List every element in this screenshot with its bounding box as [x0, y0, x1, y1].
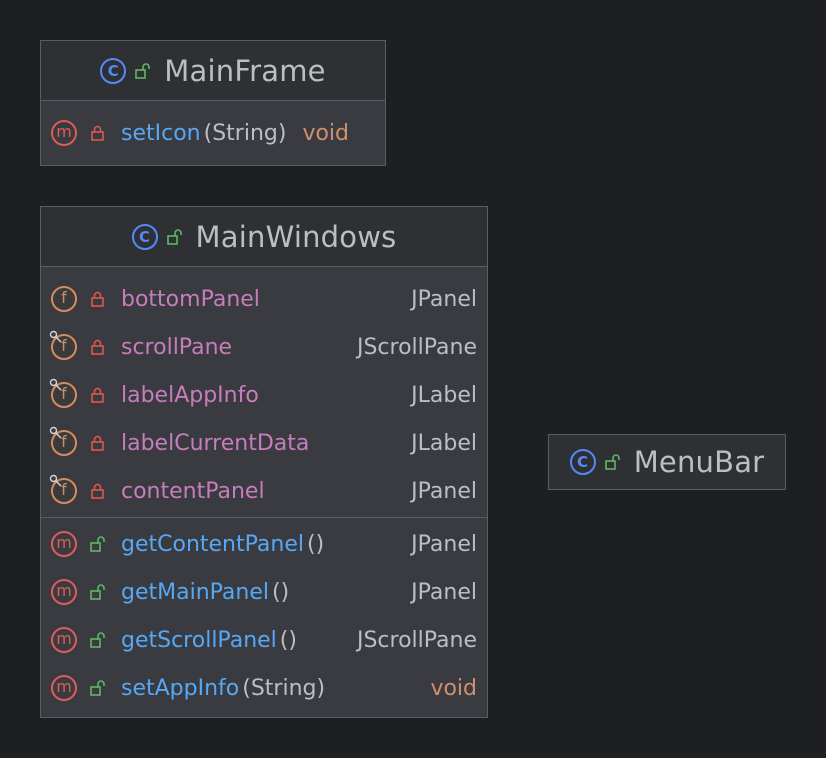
- lock-open-icon: [134, 62, 152, 80]
- method-name: getMainPanel: [121, 579, 269, 605]
- method-name: setIcon: [121, 120, 201, 146]
- lock-open-icon: [604, 453, 622, 471]
- lock-closed-icon: [89, 290, 107, 308]
- method-params: (): [272, 579, 290, 605]
- pin-icon: [49, 426, 62, 439]
- method-row-getmainpanel[interactable]: m getMainPanel () JPanel: [41, 568, 487, 616]
- lock-open-icon: [89, 535, 107, 553]
- field-row-labelappinfo[interactable]: f labelAppInfo JLabel: [41, 371, 487, 419]
- pin-icon: [49, 474, 62, 487]
- pin-icon: [49, 330, 62, 343]
- method-row-getcontentpanel[interactable]: m getContentPanel () JPanel: [41, 520, 487, 568]
- field-row-contentpanel[interactable]: f contentPanel JPanel: [41, 467, 487, 515]
- fields-section: f bottomPanel JPanel f scrollPane JScrol…: [41, 267, 487, 517]
- method-return-type: void: [430, 675, 477, 701]
- class-header-menubar[interactable]: C MenuBar: [549, 435, 785, 489]
- field-name: scrollPane: [121, 334, 233, 360]
- field-type: JPanel: [411, 286, 477, 312]
- method-params: (): [279, 627, 297, 653]
- method-name: setAppInfo: [121, 675, 240, 701]
- field-name: contentPanel: [121, 478, 265, 504]
- field-name: labelAppInfo: [121, 382, 259, 408]
- field-type: JPanel: [411, 478, 477, 504]
- field-badge-glyph: f: [61, 288, 67, 307]
- method-badge-glyph: m: [56, 629, 72, 648]
- method-return-type: JPanel: [411, 579, 477, 605]
- method-name: getScrollPanel: [121, 627, 277, 653]
- method-return-type: void: [302, 120, 350, 146]
- class-name-mainframe: MainFrame: [164, 53, 326, 88]
- field-type: JLabel: [411, 382, 477, 408]
- method-badge-glyph: m: [56, 581, 72, 600]
- class-box-mainframe[interactable]: C MainFrame m setIcon (String) void: [40, 40, 386, 166]
- field-f-icon: f: [49, 474, 77, 504]
- method-params: (String): [203, 120, 287, 146]
- lock-closed-icon: [89, 386, 107, 404]
- class-name-menubar: MenuBar: [633, 445, 765, 479]
- method-badge-glyph: m: [56, 677, 72, 696]
- field-f-icon: f: [51, 286, 77, 312]
- field-f-icon: f: [49, 378, 77, 408]
- field-name: labelCurrentData: [121, 430, 310, 456]
- field-row-scrollpane[interactable]: f scrollPane JScrollPane: [41, 323, 487, 371]
- method-params: (String): [242, 675, 326, 701]
- lock-closed-icon: [89, 124, 107, 142]
- method-return-type: JScrollPane: [356, 627, 477, 653]
- class-header-mainwindows[interactable]: C MainWindows: [41, 207, 487, 267]
- class-box-mainwindows[interactable]: C MainWindows f bottomPanel JPanel f scr…: [40, 206, 488, 718]
- class-name-mainwindows: MainWindows: [195, 219, 397, 254]
- method-badge-glyph: m: [56, 533, 72, 552]
- class-c-icon: C: [100, 57, 127, 84]
- lock-closed-icon: [89, 482, 107, 500]
- field-type: JScrollPane: [356, 334, 477, 360]
- lock-open-icon: [89, 583, 107, 601]
- field-row-bottompanel[interactable]: f bottomPanel JPanel: [41, 275, 487, 323]
- field-type: JLabel: [411, 430, 477, 456]
- method-name: getContentPanel: [121, 531, 304, 557]
- method-m-icon: m: [51, 627, 77, 653]
- field-f-icon: f: [49, 426, 77, 456]
- method-m-icon: m: [51, 579, 77, 605]
- pin-icon: [49, 378, 62, 391]
- lock-closed-icon: [89, 434, 107, 452]
- method-m-icon: m: [51, 120, 77, 146]
- lock-open-icon: [166, 228, 184, 246]
- lock-closed-icon: [89, 338, 107, 356]
- method-m-icon: m: [51, 675, 77, 701]
- class-header-mainframe[interactable]: C MainFrame: [41, 41, 385, 101]
- lock-open-icon: [89, 631, 107, 649]
- method-params: (): [306, 531, 325, 557]
- method-row-setappinfo[interactable]: m setAppInfo (String) void: [41, 664, 487, 712]
- lock-open-icon: [89, 679, 107, 697]
- method-m-icon: m: [51, 531, 77, 557]
- class-c-icon: C: [131, 223, 158, 250]
- method-badge-glyph: m: [56, 122, 72, 141]
- field-name: bottomPanel: [121, 286, 260, 312]
- field-row-labelcurrentdata[interactable]: f labelCurrentData JLabel: [41, 419, 487, 467]
- method-return-type: JPanel: [411, 531, 477, 557]
- field-f-icon: f: [49, 330, 77, 360]
- class-box-menubar[interactable]: C MenuBar: [548, 434, 786, 490]
- method-row-seticon[interactable]: m setIcon (String) void: [41, 101, 385, 165]
- method-row-getscrollpanel[interactable]: m getScrollPanel () JScrollPane: [41, 616, 487, 664]
- class-c-icon: C: [569, 449, 596, 475]
- methods-section: m getContentPanel () JPanel m getMainPan…: [41, 518, 487, 712]
